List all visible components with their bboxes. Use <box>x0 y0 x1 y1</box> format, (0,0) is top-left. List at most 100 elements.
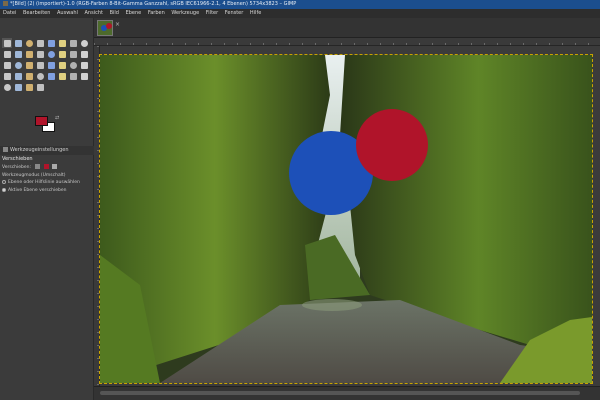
ink-tool-button[interactable] <box>79 60 89 70</box>
image-tab-strip: × <box>94 18 600 38</box>
dodge-burn-tool-button[interactable] <box>57 71 67 81</box>
paintbrush-tool-button[interactable] <box>46 60 56 70</box>
horizontal-scrollbar[interactable] <box>100 391 580 395</box>
cage-tool-icon <box>47 50 55 58</box>
zoom-tool-button[interactable] <box>79 49 89 59</box>
tool-grid <box>2 38 92 93</box>
measure-tool-button[interactable] <box>68 49 78 59</box>
unified-transform-tool-icon <box>3 50 11 58</box>
fuzzy-select-tool-button[interactable] <box>46 38 56 48</box>
menu-hilfe[interactable]: Hilfe <box>250 10 261 16</box>
perspective-tool-button[interactable] <box>57 49 67 59</box>
menu-datei[interactable]: Datei <box>3 10 16 16</box>
mypaint-tool-icon <box>3 72 11 80</box>
path-mode-icon[interactable] <box>52 164 58 169</box>
handle-transform-tool-icon <box>25 50 33 58</box>
option-move-active-label: Aktive Ebene verschieben <box>8 188 67 193</box>
menu-fenster[interactable]: Fenster <box>225 10 244 16</box>
foreground-color-swatch[interactable] <box>35 116 48 126</box>
unified-transform-tool-button[interactable] <box>2 49 12 59</box>
ellipse-select-tool-icon <box>25 39 33 47</box>
free-select-tool-button[interactable] <box>35 38 45 48</box>
move-type-label: Verschieben: <box>2 165 32 170</box>
crop-tool-icon <box>58 39 66 47</box>
window-title-bar: *[Bild] (2) (importiert)-1.0 (RGB-Farben… <box>0 0 600 9</box>
window-title: *[Bild] (2) (importiert)-1.0 (RGB-Farben… <box>10 1 297 7</box>
radio-pick-layer[interactable] <box>2 180 6 184</box>
foreground-select-tool-button[interactable] <box>79 71 89 81</box>
horizontal-ruler <box>94 38 600 46</box>
rect-select-tool-button[interactable] <box>13 38 23 48</box>
menu-ansicht[interactable]: Ansicht <box>85 10 103 16</box>
image-canvas[interactable] <box>100 55 592 383</box>
text-tool-button[interactable] <box>13 60 23 70</box>
menu-farben[interactable]: Farben <box>148 10 165 16</box>
menu-bild[interactable]: Bild <box>110 10 119 16</box>
move-type-row: Verschieben: <box>2 164 58 170</box>
scissors-tool-button[interactable] <box>2 82 12 92</box>
mypaint-tool-button[interactable] <box>2 71 12 81</box>
align-tool-icon <box>69 39 77 47</box>
clone-tool-button[interactable] <box>13 71 23 81</box>
color-tool-icon <box>14 83 22 91</box>
pencil-tool-button[interactable] <box>57 60 67 70</box>
airbrush-tool-button[interactable] <box>68 60 78 70</box>
heal-tool-icon <box>25 72 33 80</box>
water-highlight <box>302 299 362 311</box>
color-picker-tool-button[interactable] <box>79 38 89 48</box>
blur-tool-button[interactable] <box>46 71 56 81</box>
paths-tool-button[interactable] <box>2 60 12 70</box>
align-tool-button[interactable] <box>68 38 78 48</box>
free-select-tool-icon <box>36 39 44 47</box>
zoom-tool-icon <box>80 50 88 58</box>
curves-tool-button[interactable] <box>35 82 45 92</box>
ellipse-select-tool-button[interactable] <box>24 38 34 48</box>
layer-mode-icon[interactable] <box>35 164 41 169</box>
curves-tool-icon <box>36 83 44 91</box>
option-move-active[interactable]: Aktive Ebene verschieben <box>2 188 67 193</box>
smudge-tool-button[interactable] <box>35 71 45 81</box>
gradient-tool-button[interactable] <box>35 60 45 70</box>
heal-tool-button[interactable] <box>24 71 34 81</box>
thumb-red-circle <box>106 23 112 29</box>
swap-colors-icon[interactable]: ⇄ <box>55 115 59 121</box>
warp-tool-button[interactable] <box>13 49 23 59</box>
levels-tool-icon <box>25 83 33 91</box>
menu-bearbeiten[interactable]: Bearbeiten <box>23 10 50 16</box>
color-tool-button[interactable] <box>13 82 23 92</box>
option-pick-layer-label: Ebene oder Hilfslinie auswählen <box>8 180 80 185</box>
move-tool-icon <box>3 39 11 47</box>
color-picker-tool-icon <box>80 39 88 47</box>
airbrush-tool-icon <box>69 61 77 69</box>
clone-tool-icon <box>14 72 22 80</box>
eraser-tool-icon <box>69 72 77 80</box>
ink-tool-icon <box>80 61 88 69</box>
bucket-fill-tool-icon <box>25 61 33 69</box>
image-tab-thumbnail[interactable] <box>97 20 113 36</box>
close-tab-icon[interactable]: × <box>115 21 120 28</box>
menu-werkzeuge[interactable]: Werkzeuge <box>171 10 199 16</box>
fg-bg-color-widget[interactable] <box>33 114 57 134</box>
crop-tool-button[interactable] <box>57 38 67 48</box>
flip-tool-icon <box>36 50 44 58</box>
foreground-select-tool-icon <box>80 72 88 80</box>
flip-tool-button[interactable] <box>35 49 45 59</box>
bucket-fill-tool-button[interactable] <box>24 60 34 70</box>
selection-mode-icon[interactable] <box>43 164 49 169</box>
rect-select-tool-icon <box>14 39 22 47</box>
gimp-app-icon <box>3 1 8 6</box>
radio-move-active[interactable] <box>2 188 6 192</box>
menu-auswahl[interactable]: Auswahl <box>57 10 78 16</box>
cage-tool-button[interactable] <box>46 49 56 59</box>
eraser-tool-button[interactable] <box>68 71 78 81</box>
option-pick-layer[interactable]: Ebene oder Hilfslinie auswählen <box>2 180 80 185</box>
fuzzy-select-tool-icon <box>47 39 55 47</box>
menu-filter[interactable]: Filter <box>206 10 218 16</box>
move-tool-button[interactable] <box>2 38 12 48</box>
handle-transform-tool-button[interactable] <box>24 49 34 59</box>
levels-tool-button[interactable] <box>24 82 34 92</box>
red-circle[interactable] <box>356 109 428 181</box>
warp-tool-icon <box>14 50 22 58</box>
tool-options-tab[interactable]: Werkzeugeinstellungen <box>0 146 94 155</box>
menu-ebene[interactable]: Ebene <box>126 10 142 16</box>
